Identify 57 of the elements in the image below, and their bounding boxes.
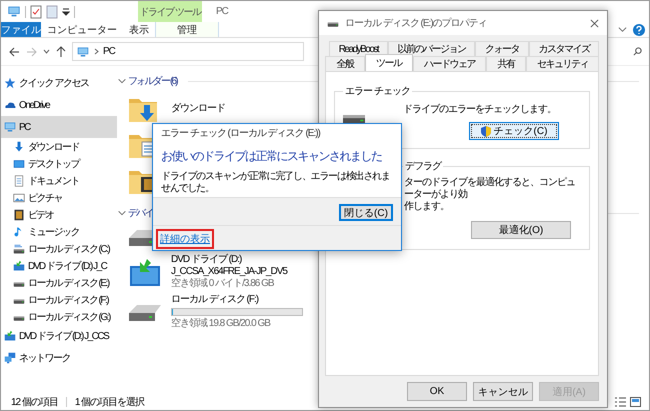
close-button[interactable]: 閉じる(C)	[339, 204, 393, 221]
tab[interactable]: クォータ	[475, 41, 529, 56]
dialog-message: ドライブのスキャンが正常に完了し、エラーは検出されませんでした。	[161, 171, 391, 195]
address-bar[interactable]: PC	[72, 42, 304, 61]
folder-name[interactable]: ダウンロード	[171, 101, 225, 115]
group-title: デフラグ	[404, 160, 442, 173]
tab[interactable]: 全般	[325, 56, 364, 71]
sidebar-item[interactable]: ローカル ディスク (F:)	[1, 291, 117, 308]
dialog-title: エラー チェック (ローカル ディスク (E:))	[160, 127, 322, 141]
drive-name[interactable]: ローカル ディスク (F:)	[171, 294, 303, 306]
drive-name[interactable]: DVD ドライブ (D:)	[171, 254, 287, 266]
sidebar-item[interactable]: DVD ドライブ (D:) J_C	[1, 257, 117, 274]
sidebar-item[interactable]: デスクトップ	[1, 155, 117, 172]
section-heading: デバイ	[128, 207, 153, 220]
description-text: ターのドライブを最適化すると、コンピューターがより効	[404, 177, 575, 200]
sidebar-item[interactable]: ローカル ディスク (E:)	[1, 274, 117, 291]
tab[interactable]: セキュリティ	[526, 56, 599, 71]
description-text: ドライブのエラーをチェックします。	[403, 102, 557, 116]
dialog-button[interactable]: キャンセル	[473, 382, 533, 401]
tab[interactable]: ReadyBoost	[329, 41, 388, 56]
tab[interactable]: ツール	[364, 54, 412, 71]
window-title: PC	[215, 6, 228, 17]
tab[interactable]: 共有	[486, 56, 526, 71]
sidebar-item[interactable]: ドキュメント	[1, 172, 117, 189]
free-space-text: 空き領域 0 バイト/3.86 GB	[171, 278, 275, 290]
file-tab[interactable]: ファイル	[1, 22, 41, 37]
section-heading: フォルダー (6)	[128, 75, 177, 88]
drive-label: J_CCSA_X64FRE_JA-JP_DV5	[171, 266, 287, 278]
context-tab-label: ドライブ ツール	[138, 1, 202, 22]
sidebar-item[interactable]: PC	[1, 116, 117, 138]
free-space-text: 空き領域 19.8 GB/20.0 GB	[171, 318, 272, 330]
tab[interactable]: カスタマイズ	[528, 41, 599, 56]
description-text: 作します。	[404, 201, 449, 212]
check-button[interactable]: チェック(C)	[469, 122, 559, 140]
status-text: 1 個の項目を選択	[74, 396, 144, 409]
details-link[interactable]: 詳細の表示	[156, 229, 214, 249]
ribbon-tab[interactable]: 表示	[123, 22, 155, 37]
sidebar-item[interactable]: クイック アクセス	[1, 72, 117, 94]
dialog-heading: お使いのドライブは正常にスキャンされました	[160, 148, 383, 165]
sidebar-item[interactable]: ピクチャ	[1, 189, 117, 206]
dialog-button[interactable]: OK	[407, 382, 467, 401]
sidebar-item[interactable]: ローカル ディスク (G:)	[1, 308, 117, 325]
ribbon-tab[interactable]: コンピューター	[41, 22, 123, 37]
window-title: ローカル ディスク (E:)のプロパティ	[345, 16, 488, 30]
sidebar-item[interactable]: ローカル ディスク (C:)	[1, 240, 117, 257]
breadcrumb-item[interactable]: PC	[103, 46, 115, 57]
group-title: エラー チェック	[344, 85, 411, 98]
tab[interactable]: ハードウェア	[412, 56, 486, 71]
sidebar-item[interactable]: OneDrive	[1, 94, 117, 116]
status-text: 12 個の項目	[11, 396, 58, 409]
optimize-button[interactable]: 最適化(O)	[471, 221, 571, 239]
sidebar-item[interactable]: ミュージック	[1, 223, 117, 240]
sidebar-item[interactable]: ネットワーク	[1, 347, 117, 369]
tab[interactable]: 以前のバージョン	[388, 41, 476, 56]
sidebar-item[interactable]: ダウンロード	[1, 138, 117, 155]
sidebar-item[interactable]: ビデオ	[1, 206, 117, 223]
sidebar-item[interactable]: DVD ドライブ (D:) J_CCS	[1, 325, 117, 347]
